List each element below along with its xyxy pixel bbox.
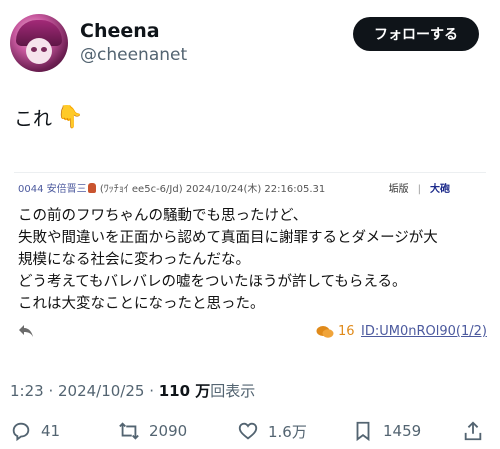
post-line: どう考えてもバレバレの嘘をついたほうが許してもらえる。	[18, 274, 407, 290]
post-meta-right: 垢版 | 大砲	[389, 180, 450, 195]
avatar-eye-left	[31, 47, 37, 52]
reply-arrow-icon	[19, 325, 33, 337]
display-name[interactable]: Cheena	[80, 20, 160, 42]
avatar-face	[26, 38, 52, 64]
user-handle[interactable]: @cheenanet	[80, 45, 187, 65]
retweet-icon	[119, 422, 139, 440]
like-count-label: 1.6万	[268, 422, 307, 441]
reply-count: 16	[338, 324, 355, 339]
bookmark-button[interactable]: 1459	[352, 418, 421, 444]
follow-button[interactable]: フォローする	[353, 17, 479, 51]
post-number: 0044	[18, 184, 44, 195]
poster-id-link: ID:UM0nROl90(1/2)	[361, 324, 487, 339]
share-button[interactable]	[462, 418, 484, 444]
daiho-label: 大砲	[430, 184, 450, 195]
poster-name: 安倍晋三	[46, 184, 87, 195]
attached-image[interactable]: 0044 安倍晋三 (ﾜｯﾁｮｲ ee5c-6/Jd) 2024/10/24(木…	[14, 172, 487, 348]
heart-icon	[238, 422, 258, 440]
time-date[interactable]: 1:23 · 2024/10/25 ·	[10, 382, 159, 400]
reply-count-label: 41	[41, 422, 61, 440]
avatar-eye-right	[41, 47, 47, 52]
post-line: これは大変なことになったと思った。	[18, 296, 265, 312]
post-line: この前のフワちゃんの騒動でも思ったけど、	[18, 208, 308, 224]
post-line: 規模になる社会に変わったんだな。	[18, 252, 250, 268]
views-label: 回表示	[210, 382, 256, 400]
avatar[interactable]	[10, 14, 68, 72]
reply-icon	[12, 422, 30, 442]
reply-button[interactable]: 41	[10, 418, 60, 444]
retweet-count-label: 2090	[149, 422, 188, 440]
tweet-timestamp: 1:23 · 2024/10/25 · 110 万回表示	[10, 380, 255, 401]
post-footer: 16 ID:UM0nROl90(1/2)	[14, 323, 487, 343]
action-bar: 41 2090 1.6万 1459	[0, 418, 500, 448]
pointing-down-emoji: 👇	[56, 104, 84, 130]
view-count: 110 万	[158, 382, 211, 400]
share-icon	[464, 421, 482, 441]
tweet-text-body: これ	[14, 108, 53, 130]
like-button[interactable]: 1.6万	[237, 418, 307, 444]
board-label: 垢版	[388, 184, 409, 195]
poster-id: (ﾜｯﾁｮｲ ee5c-6/Jd)	[99, 184, 183, 195]
retweet-button[interactable]: 2090	[118, 418, 187, 444]
tweet-header: Cheena @cheenanet フォローする	[0, 0, 500, 80]
tweet-text: これ 👇	[14, 104, 83, 131]
post-line: 失敗や間違いを正面から認めて真面目に謝罪するとダメージが大	[18, 230, 438, 246]
post-body: この前のフワちゃんの騒動でも思ったけど、 失敗や間違いを正面から認めて真面目に謝…	[18, 205, 438, 315]
speech-bubbles-icon	[316, 326, 334, 338]
bookmark-count-label: 1459	[383, 422, 422, 440]
pot-icon	[87, 183, 96, 193]
meta-separator: |	[417, 184, 421, 195]
post-date: 2024/10/24(木) 22:16:05.31	[185, 184, 326, 195]
bookmark-icon	[356, 421, 370, 442]
